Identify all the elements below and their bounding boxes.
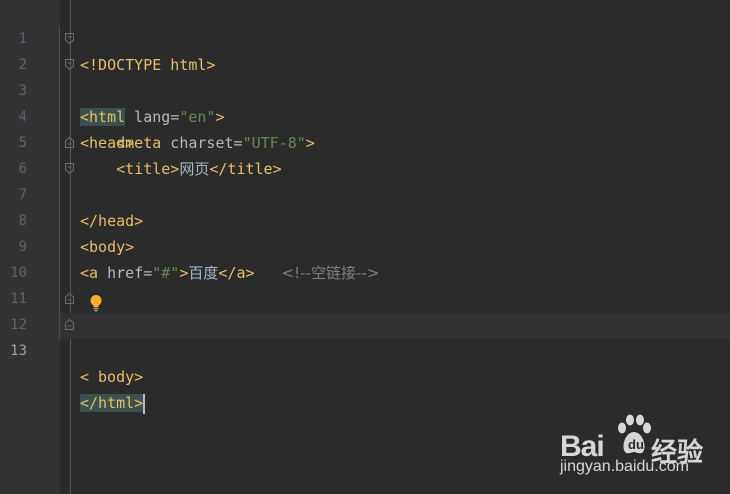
code-line[interactable]: 6 </head> xyxy=(0,130,730,230)
code-line[interactable]: 4 <meta charset="UTF-8"> xyxy=(0,78,730,152)
lightbulb-icon[interactable] xyxy=(89,294,103,312)
code-line[interactable]: 9 <a href="#">百度</a> <!--空链接--> xyxy=(0,208,730,282)
line-number: 13 xyxy=(10,343,27,359)
code-line[interactable]: 1 <!DOCTYPE html> xyxy=(0,0,730,74)
tag-token: body> xyxy=(98,368,144,386)
code-line[interactable]: 10 xyxy=(0,234,730,281)
code-line[interactable]: 11 xyxy=(0,260,730,307)
tag-token: < xyxy=(80,368,90,386)
line-content[interactable]: </html> xyxy=(80,390,146,416)
paw-icon: du xyxy=(618,414,651,454)
line-content[interactable]: < body> xyxy=(80,364,143,390)
baidu-jingyan-watermark: Bai du 经验 jingyan.baidu.com xyxy=(556,412,726,482)
svg-text:du: du xyxy=(628,437,644,452)
code-line[interactable]: 5 <title>网页</title> xyxy=(0,104,730,178)
fold-marker-icon[interactable] xyxy=(65,59,74,70)
tag-token: </html> xyxy=(80,394,144,412)
code-line[interactable]: 3 <head> xyxy=(0,52,730,152)
fold-marker-icon[interactable] xyxy=(65,293,74,304)
code-editor[interactable]: 1 <!DOCTYPE html> 2 <html lang="en"> 3 <… xyxy=(0,0,730,494)
fold-marker-icon[interactable] xyxy=(65,33,74,44)
code-line[interactable]: 8 xyxy=(0,182,730,229)
fold-marker-icon[interactable] xyxy=(65,319,74,330)
code-line[interactable]: 13 </html> xyxy=(0,312,730,414)
code-line[interactable]: 7 <body> xyxy=(0,156,730,256)
fold-marker-icon[interactable] xyxy=(65,163,74,174)
code-line[interactable]: 12 < body> xyxy=(0,286,730,386)
code-line[interactable]: 2 <html lang="en"> xyxy=(0,26,730,126)
watermark-url: jingyan.baidu.com xyxy=(560,458,689,475)
fold-marker-icon[interactable] xyxy=(65,137,74,148)
text-caret xyxy=(143,393,146,414)
